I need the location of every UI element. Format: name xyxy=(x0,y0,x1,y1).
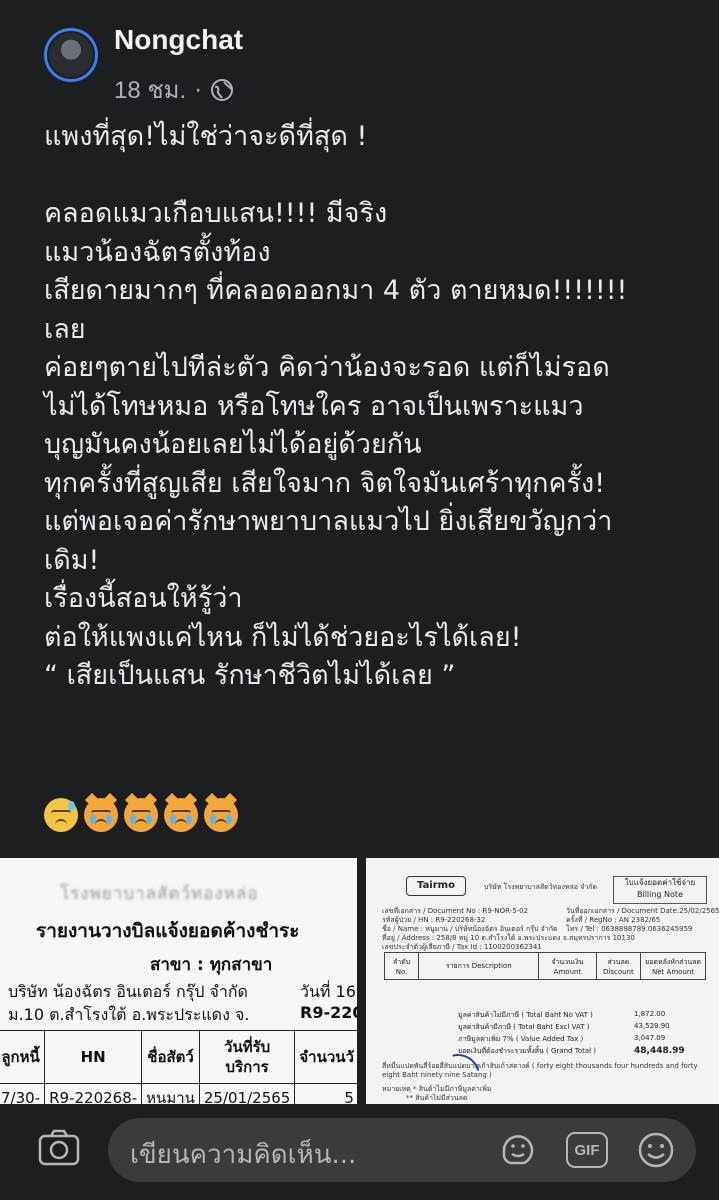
table-header: วันที่รับบริการ xyxy=(198,1030,296,1084)
phone: โทร / Tel : 0638898789.0636245959 xyxy=(566,925,693,933)
hospital-name-blurred: โรงพยาบาลสัตว์ทองหล่อ xyxy=(60,884,259,904)
post-photo-billing-note[interactable]: Tairmo บริษัท โรงพยาบาลสัตว์ทองหล่อ จำกั… xyxy=(366,858,719,1104)
post-text-line: บุญมันคงน้อยเลยไม่ได้อยู่ด้วยกัน xyxy=(44,429,422,460)
crying-cat-face-icon xyxy=(204,792,238,832)
avatar[interactable] xyxy=(44,28,98,82)
table-header: HN xyxy=(44,1030,143,1084)
post-text-line: เรื่องนี้สอนให้รู้ว่า xyxy=(44,583,243,614)
report-company: บริษัท น้องฉัตร อินเตอร์ กรุ๊ป จำกัด xyxy=(8,982,248,1001)
table-row: 7/30- R9-220268- หนมาน 25/01/2565 5 xyxy=(0,1083,357,1104)
post-photo-billing-report[interactable]: โรงพยาบาลสัตว์ทองหล่อ รายงานวางบิลแจ้งยอ… xyxy=(0,858,357,1104)
gif-label: GIF xyxy=(574,1141,600,1159)
author-name[interactable]: Nongchat xyxy=(114,24,243,56)
post-text-line: ทุกครั้งที่สูญเสีย เสียใจมาก จิตใจมันเศร… xyxy=(44,467,606,499)
post-meta: 18 ชม. · xyxy=(114,70,234,109)
table-header: ชื่อสัตว์ xyxy=(141,1030,200,1084)
post-text-line: เสียดายมากๆ ที่คลอดออกมา 4 ตัว ตายหมด!!!… xyxy=(44,275,628,306)
post-text-line: ไม่ได้โทษหมอ หรือโทษใคร อาจเป็นเพราะแมว xyxy=(44,390,584,422)
post-text-line: แพงที่สุด!ไม่ใช่ว่าจะดีที่สุด ! xyxy=(44,121,368,152)
post-text-line: ต่อให้แพงแค่ไหน ก็ไม่ได้ช่วยอะไรได้เลย! xyxy=(44,621,522,653)
downcast-sweat-face-icon xyxy=(44,798,78,832)
globe-icon xyxy=(211,78,234,101)
crying-cat-face-icon xyxy=(84,792,118,832)
company-line: บริษัท โรงพยาบาลสัตว์ทองหล่อ จำกัด xyxy=(484,883,598,891)
post-text-line: แมวน้องฉัตรตั้งท้อง xyxy=(44,236,271,268)
report-address: ม.10 ต.สำโรงใต้ อ.พระประแดง จ. xyxy=(8,1005,250,1024)
report-doc-no: R9-220 xyxy=(300,1003,357,1022)
comment-placeholder: เขียนความคิดเห็น... xyxy=(130,1140,357,1170)
table-header: จำนวนวั xyxy=(294,1030,357,1084)
table-header: ลูกหนี้ xyxy=(0,1030,46,1084)
report-table: ลูกหนี้ HN ชื่อสัตว์ วันที่รับบริการ จำน… xyxy=(0,1030,357,1104)
emoji-icon[interactable] xyxy=(636,1130,676,1170)
post-time[interactable]: 18 ชม. xyxy=(114,70,186,109)
sticker-icon[interactable] xyxy=(498,1130,538,1170)
post-text-line: คลอดแมวเกือบแสน!!!! มีจริง xyxy=(44,198,388,229)
report-title: รายงานวางบิลแจ้งยอดค้างชำระ xyxy=(36,920,300,942)
post-text-line: แต่พอเจอค่ารักษาพยาบาลแมวไป ยิ่งเสียขวัญ… xyxy=(44,506,613,537)
emoji-row xyxy=(44,792,238,832)
crying-cat-face-icon xyxy=(124,792,158,832)
post-text-line: เดิม! xyxy=(44,544,100,576)
post-text-line: เลย xyxy=(44,313,86,345)
bill-table: ลำดับ No. รายการ Description จำนวนเงิน A… xyxy=(383,952,706,980)
crying-cat-face-icon xyxy=(164,792,198,832)
post-text-line xyxy=(44,157,704,196)
report-date: วันที่ 16 ส xyxy=(300,982,357,1001)
post-header: Nongchat 18 ชม. · xyxy=(0,0,719,110)
hospital-logo: Tairmo xyxy=(406,876,466,896)
billing-note-box: ใบแจ้งยอดค่าใช้จ่าย Billing Note xyxy=(613,876,707,904)
post-text-line: ค่อยๆตายไปทีล่ะตัว คิดว่าน้องจะรอด แต่ก็… xyxy=(44,352,610,383)
report-branch: สาขา : ทุกสาขา xyxy=(150,955,273,975)
post-body: แพงที่สุด!ไม่ใช่ว่าจะดีที่สุด ! คลอดแมวเก… xyxy=(44,118,704,696)
grand-total: 48,448.99 xyxy=(634,1046,685,1056)
camera-icon[interactable] xyxy=(38,1128,80,1168)
meta-separator: · xyxy=(194,75,203,103)
post-text-line: “ เสียเป็นแสน รักษาชีวิตไม่ได้เลย ” xyxy=(44,660,456,691)
gif-button[interactable]: GIF xyxy=(566,1132,608,1168)
amount-in-words: สี่หมื่นแปดพันสี่ร้อยสี่สิบแปดบาทเก้าสิบ… xyxy=(382,1062,698,1079)
